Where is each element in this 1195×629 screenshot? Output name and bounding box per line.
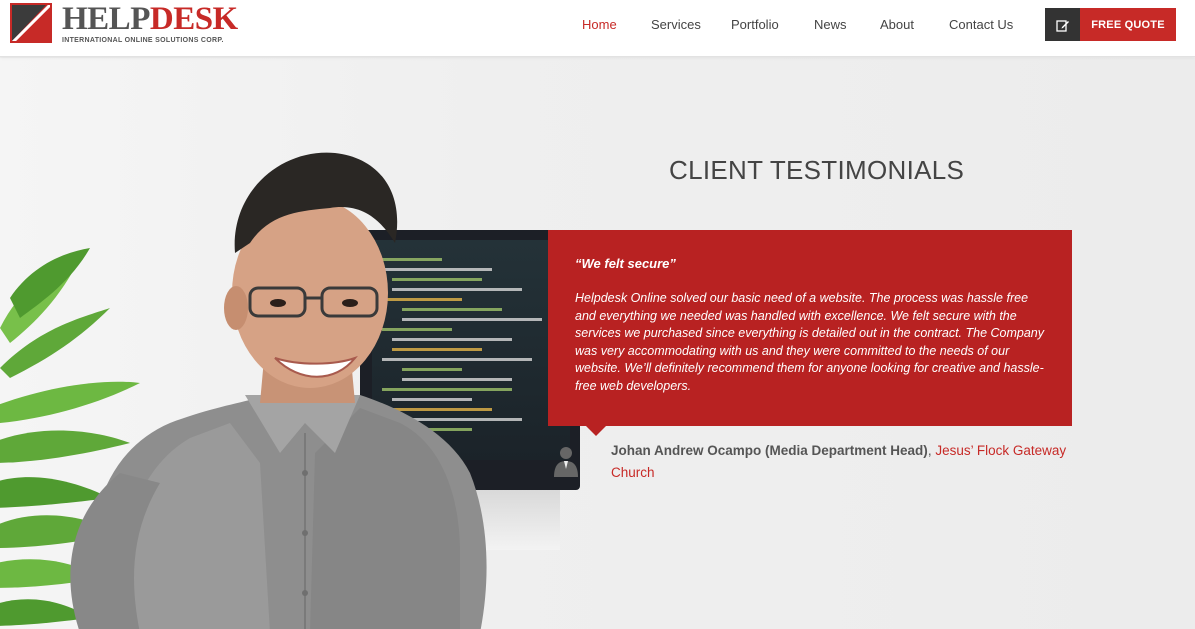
author-name: Johan Andrew Ocampo (Media Department He… <box>611 443 928 458</box>
person-icon <box>554 447 578 477</box>
testimonial-hero: CLIENT TESTIMONIALS “We felt secure” Hel… <box>0 58 1195 629</box>
nav-services[interactable]: Services <box>651 17 701 32</box>
nav-home[interactable]: Home <box>582 17 617 32</box>
logo-tagline: INTERNATIONAL ONLINE SOLUTIONS CORP. <box>62 37 224 44</box>
nav-news[interactable]: News <box>814 17 847 32</box>
logo-mark-icon <box>10 3 52 43</box>
edit-icon <box>1055 19 1069 32</box>
testimonial-body: Helpdesk Online solved our basic need of… <box>575 291 1044 393</box>
section-title: CLIENT TESTIMONIALS <box>669 155 965 185</box>
testimonial-card: “We felt secure” Helpdesk Online solved … <box>548 230 1072 436</box>
testimonial-headline: “We felt secure” <box>575 256 676 271</box>
helpdesk-logo[interactable]: HELPDESK INTERNATIONAL ONLINE SOLUTIONS … <box>10 3 238 44</box>
nav-about[interactable]: About <box>880 17 914 32</box>
free-quote-icon-button[interactable] <box>1045 8 1080 41</box>
smiling-man-image <box>70 152 487 629</box>
logo-wordmark: HELPDESK <box>62 1 238 37</box>
site-header: HELPDESK INTERNATIONAL ONLINE SOLUTIONS … <box>0 0 1195 57</box>
nav-portfolio[interactable]: Portfolio <box>731 17 779 32</box>
nav-contact-us[interactable]: Contact Us <box>949 17 1013 32</box>
free-quote-button[interactable]: FREE QUOTE <box>1080 8 1176 41</box>
